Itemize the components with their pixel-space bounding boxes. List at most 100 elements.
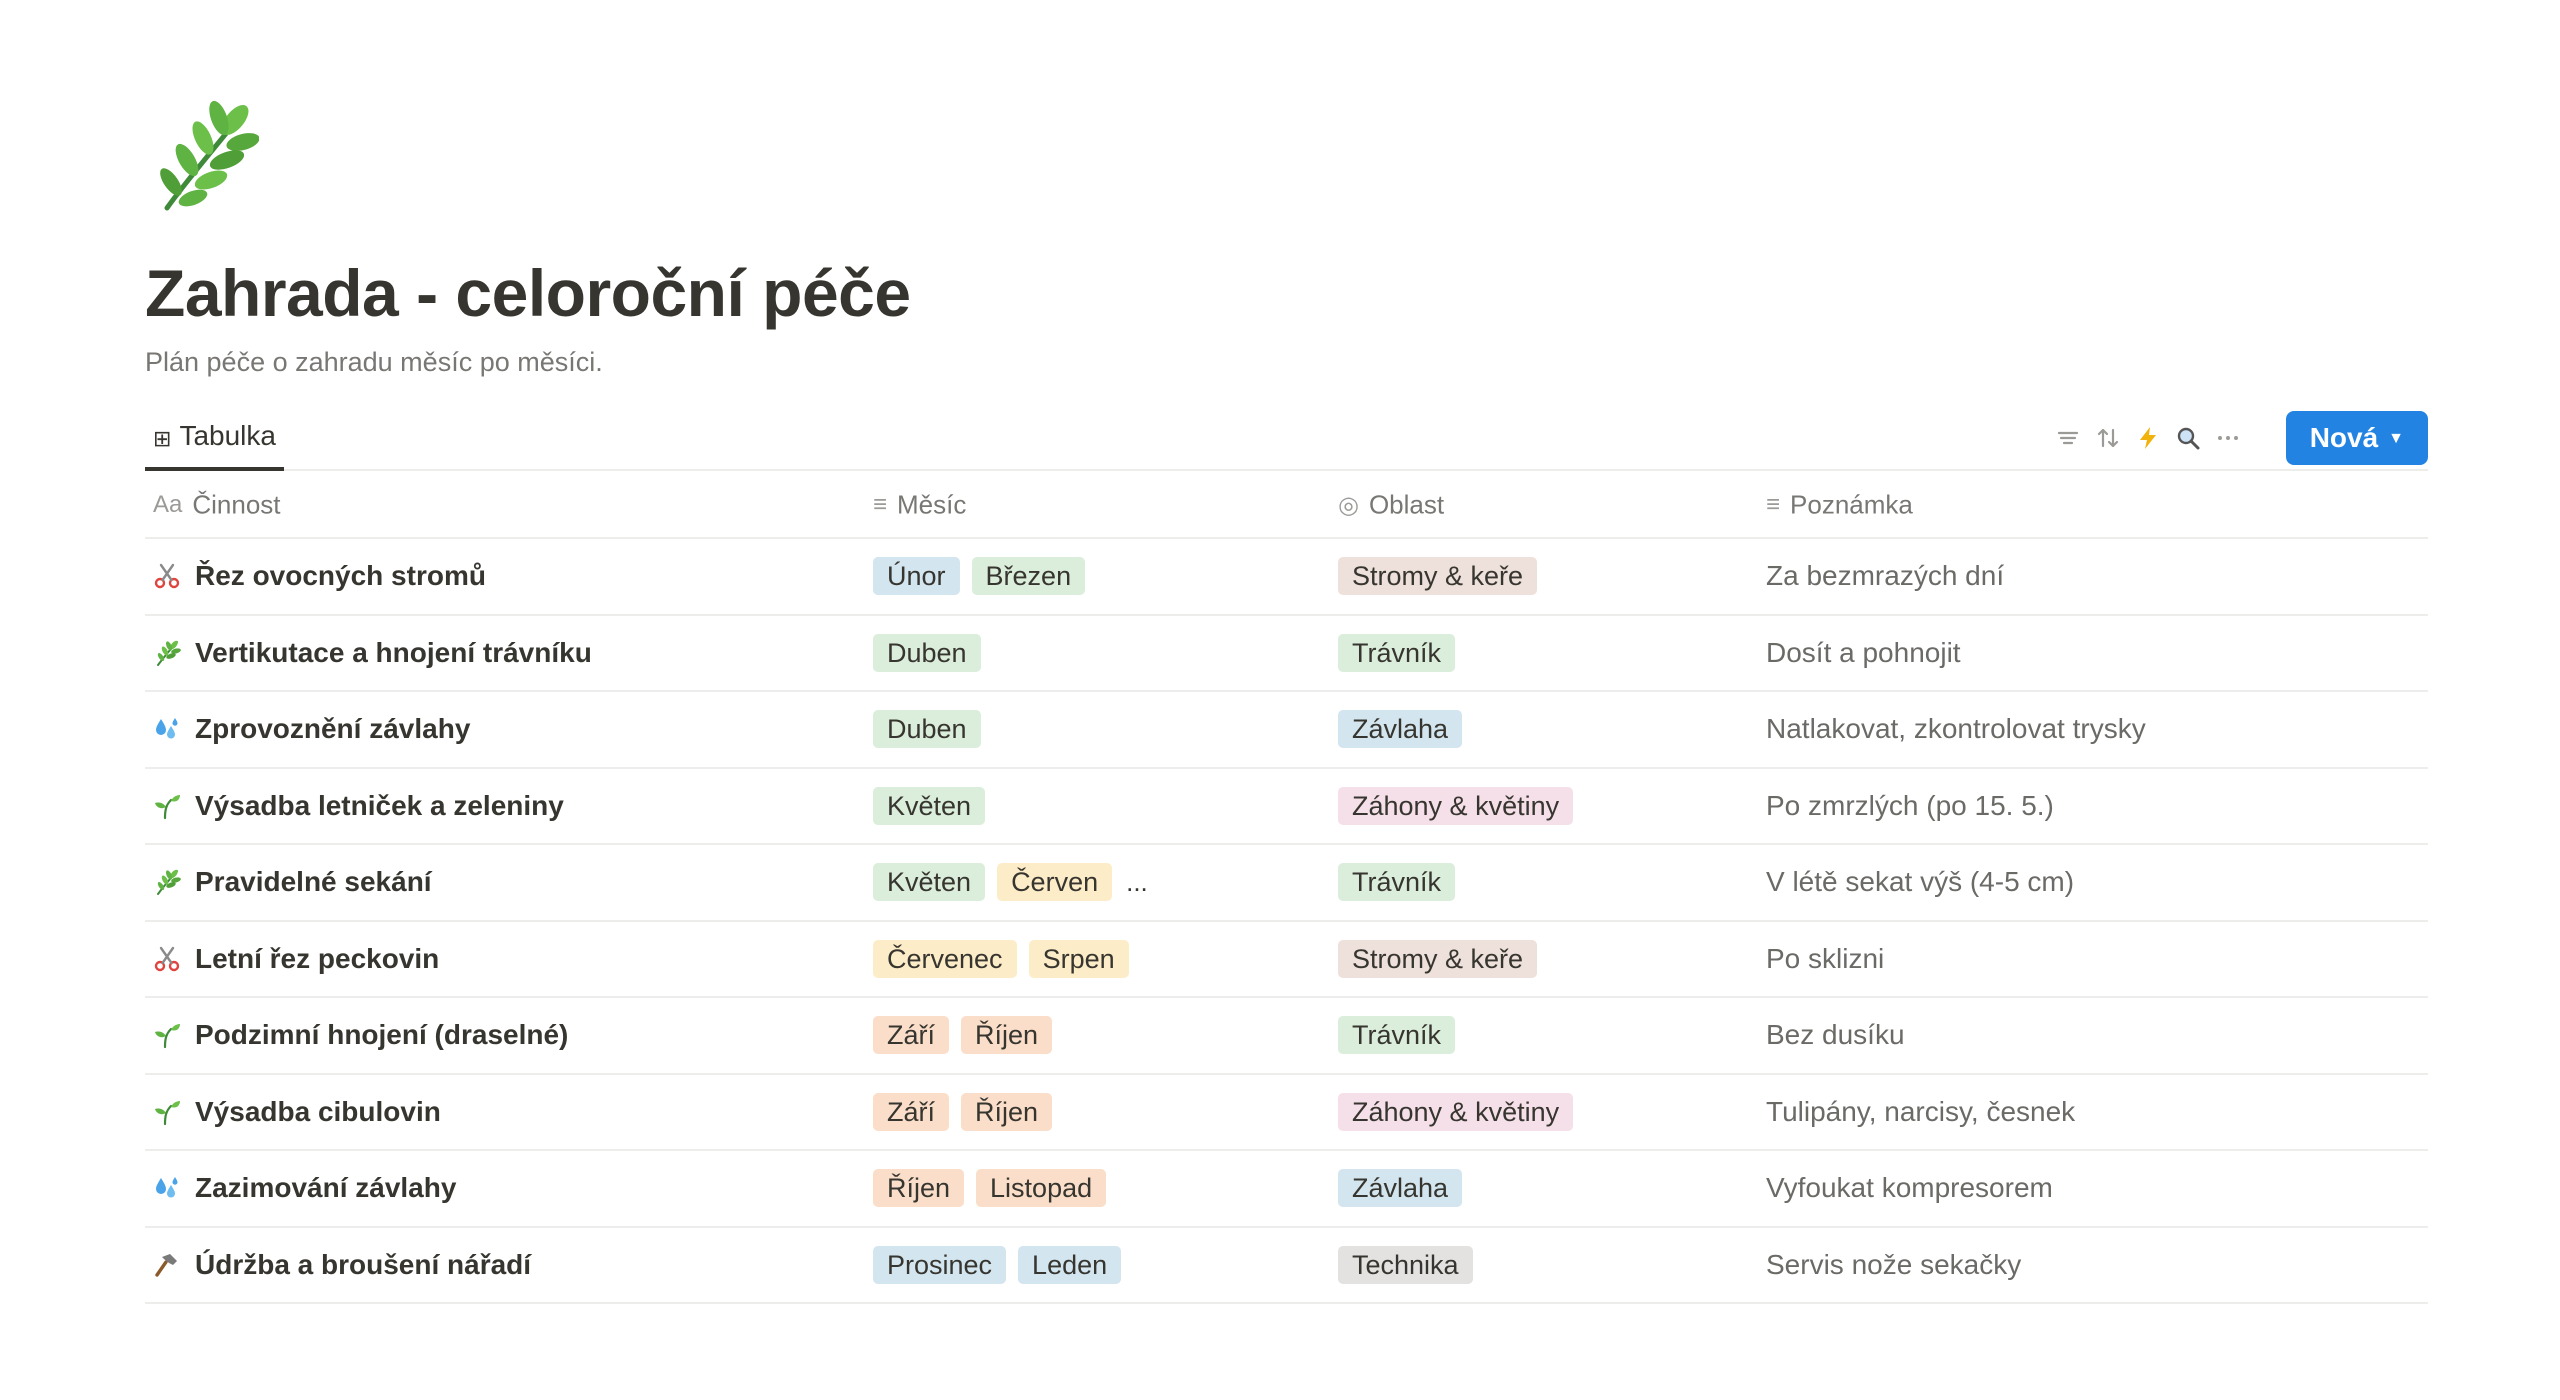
filter-icon[interactable]	[2048, 418, 2088, 458]
cell-poznamka[interactable]: V létě sekat výš (4-5 cm)	[1758, 844, 2428, 922]
more-options-icon[interactable]	[2208, 418, 2248, 458]
month-tags: Červenec Srpen	[873, 939, 1322, 978]
row-name: Výsadba letniček a zeleniny	[195, 789, 564, 821]
automation-lightning-icon[interactable]	[2128, 418, 2168, 458]
new-button-label: Nová	[2309, 422, 2379, 453]
scissors-icon	[153, 562, 181, 590]
cell-mesic[interactable]: Květen	[865, 767, 1330, 845]
cell-cinnost[interactable]: Podzimní hnojení (draselné)	[145, 997, 865, 1075]
row-title[interactable]: Výsadba letniček a zeleniny	[153, 790, 857, 822]
sort-icon[interactable]	[2088, 418, 2128, 458]
row-title[interactable]: Vertikutace a hnojení trávníku	[153, 637, 857, 669]
cell-poznamka[interactable]: Po sklizni	[1758, 920, 2428, 998]
column-header-poznamka[interactable]: ≡ Poznámka	[1758, 472, 2428, 539]
tab-table-view[interactable]: ⊞ Tabulka	[145, 405, 284, 471]
row-name: Zprovoznění závlahy	[195, 713, 471, 745]
cell-mesic[interactable]: Září Říjen	[865, 997, 1330, 1075]
cell-mesic[interactable]: Září Říjen	[865, 1073, 1330, 1151]
cell-cinnost[interactable]: Pravidelné sekání	[145, 844, 865, 922]
cell-poznamka[interactable]: Servis nože sekačky	[1758, 1226, 2428, 1304]
row-title[interactable]: Řez ovocných stromů	[153, 560, 857, 592]
table-row[interactable]: Zazimování závlahy Říjen Listopad Závlaha Vy…	[145, 1150, 2428, 1228]
note-text: Natlakovat, zkontrolovat trysky	[1766, 713, 2146, 745]
note-text: Servis nože sekačky	[1766, 1248, 2022, 1280]
cell-poznamka[interactable]: Vyfoukat kompresorem	[1758, 1150, 2428, 1228]
cell-oblast[interactable]: Závlaha	[1330, 691, 1758, 769]
search-icon[interactable]	[2168, 418, 2208, 458]
cell-mesic[interactable]: Říjen Listopad	[865, 1150, 1330, 1228]
new-button[interactable]: Nová ▼	[2285, 411, 2428, 465]
table-row[interactable]: Řez ovocných stromů Únor Březen Stromy & ke…	[145, 538, 2428, 616]
table-row[interactable]: Výsadba cibulovin Září Říjen Záhony & květi…	[145, 1073, 2428, 1151]
cell-oblast[interactable]: Trávník	[1330, 844, 1758, 922]
cell-cinnost[interactable]: Výsadba letniček a zeleniny	[145, 767, 865, 845]
month-tag: Květen	[873, 786, 986, 825]
cell-oblast[interactable]: Stromy & keře	[1330, 538, 1758, 616]
table-row[interactable]: Pravidelné sekání Květen Červen... Trávník V…	[145, 844, 2428, 922]
cell-oblast[interactable]: Záhony & květiny	[1330, 1073, 1758, 1151]
table-row[interactable]: Zprovoznění závlahy Duben Závlaha Natlakova…	[145, 691, 2428, 769]
row-title[interactable]: Letní řez peckovin	[153, 943, 857, 975]
month-tag: Květen	[873, 863, 986, 902]
table-row[interactable]: Údržba a broušení nářadí Prosinec Leden Tec…	[145, 1226, 2428, 1304]
month-tags: Září Říjen	[873, 1092, 1322, 1131]
row-title[interactable]: Údržba a broušení nářadí	[153, 1249, 857, 1281]
cell-mesic[interactable]: Prosinec Leden	[865, 1226, 1330, 1304]
cell-cinnost[interactable]: Vertikutace a hnojení trávníku	[145, 614, 865, 692]
herb-icon	[153, 868, 181, 896]
area-tag: Technika	[1338, 1245, 1473, 1284]
text-property-icon: ≡	[1766, 491, 1781, 519]
row-title[interactable]: Výsadba cibulovin	[153, 1096, 857, 1128]
month-tag: Červen	[997, 863, 1113, 902]
row-name: Řez ovocných stromů	[195, 560, 486, 592]
cell-oblast[interactable]: Stromy & keře	[1330, 920, 1758, 998]
cell-oblast[interactable]: Trávník	[1330, 614, 1758, 692]
cell-poznamka[interactable]: Natlakovat, zkontrolovat trysky	[1758, 691, 2428, 769]
cell-cinnost[interactable]: Zprovoznění závlahy	[145, 691, 865, 769]
cell-cinnost[interactable]: Údržba a broušení nářadí	[145, 1226, 865, 1304]
cell-mesic[interactable]: Únor Březen	[865, 538, 1330, 616]
cell-mesic[interactable]: Červenec Srpen	[865, 920, 1330, 998]
cell-poznamka[interactable]: Tulipány, narcisy, česnek	[1758, 1073, 2428, 1151]
row-title[interactable]: Podzimní hnojení (draselné)	[153, 1019, 857, 1051]
cell-mesic[interactable]: Duben	[865, 691, 1330, 769]
cell-poznamka[interactable]: Dosít a pohnojit	[1758, 614, 2428, 692]
row-title[interactable]: Zprovoznění závlahy	[153, 713, 857, 745]
cell-poznamka[interactable]: Bez dusíku	[1758, 997, 2428, 1075]
column-header-cinnost[interactable]: Aa Činnost	[145, 472, 865, 539]
herb-icon[interactable]	[147, 100, 260, 216]
chevron-down-icon[interactable]: ▼	[2388, 430, 2404, 448]
cell-oblast[interactable]: Technika	[1330, 1226, 1758, 1304]
cell-poznamka[interactable]: Po zmrzlých (po 15. 5.)	[1758, 767, 2428, 845]
note-text: Tulipány, narcisy, česnek	[1766, 1095, 2076, 1127]
cell-cinnost[interactable]: Letní řez peckovin	[145, 920, 865, 998]
table-row[interactable]: Podzimní hnojení (draselné) Září Říjen Tráv…	[145, 997, 2428, 1075]
note-text: Bez dusíku	[1766, 1019, 1905, 1051]
column-header-mesic[interactable]: ≡ Měsíc	[865, 472, 1330, 539]
month-tag: Září	[873, 1016, 950, 1055]
row-title[interactable]: Pravidelné sekání	[153, 866, 857, 898]
cell-cinnost[interactable]: Zazimování závlahy	[145, 1150, 865, 1228]
table-row[interactable]: Letní řez peckovin Červenec Srpen Stromy & …	[145, 920, 2428, 998]
table-row[interactable]: Vertikutace a hnojení trávníku Duben Trávn…	[145, 614, 2428, 692]
cell-poznamka[interactable]: Za bezmrazých dní	[1758, 538, 2428, 616]
row-title[interactable]: Zazimování závlahy	[153, 1172, 857, 1204]
month-tag: Říjen	[873, 1169, 965, 1208]
page-title[interactable]: Zahrada - celoroční péče	[145, 255, 911, 331]
table-row[interactable]: Výsadba letniček a zeleniny Květen Záhony …	[145, 767, 2428, 845]
area-tag: Závlaha	[1338, 1169, 1463, 1208]
cell-mesic[interactable]: Duben	[865, 614, 1330, 692]
cell-oblast[interactable]: Závlaha	[1330, 1150, 1758, 1228]
cell-cinnost[interactable]: Řez ovocných stromů	[145, 538, 865, 616]
cell-oblast[interactable]: Záhony & květiny	[1330, 767, 1758, 845]
area-tag: Závlaha	[1338, 710, 1463, 749]
view-bar: ⊞ Tabulka Nová ▼	[145, 405, 2428, 471]
note-text: Po zmrzlých (po 15. 5.)	[1766, 789, 2054, 821]
cell-oblast[interactable]: Trávník	[1330, 997, 1758, 1075]
row-name: Podzimní hnojení (draselné)	[195, 1019, 569, 1051]
cell-mesic[interactable]: Květen Červen...	[865, 844, 1330, 922]
herb-icon	[153, 639, 181, 667]
cell-cinnost[interactable]: Výsadba cibulovin	[145, 1073, 865, 1151]
page-description[interactable]: Plán péče o zahradu měsíc po měsíci.	[145, 347, 603, 378]
column-header-oblast[interactable]: ◎ Oblast	[1330, 472, 1758, 539]
